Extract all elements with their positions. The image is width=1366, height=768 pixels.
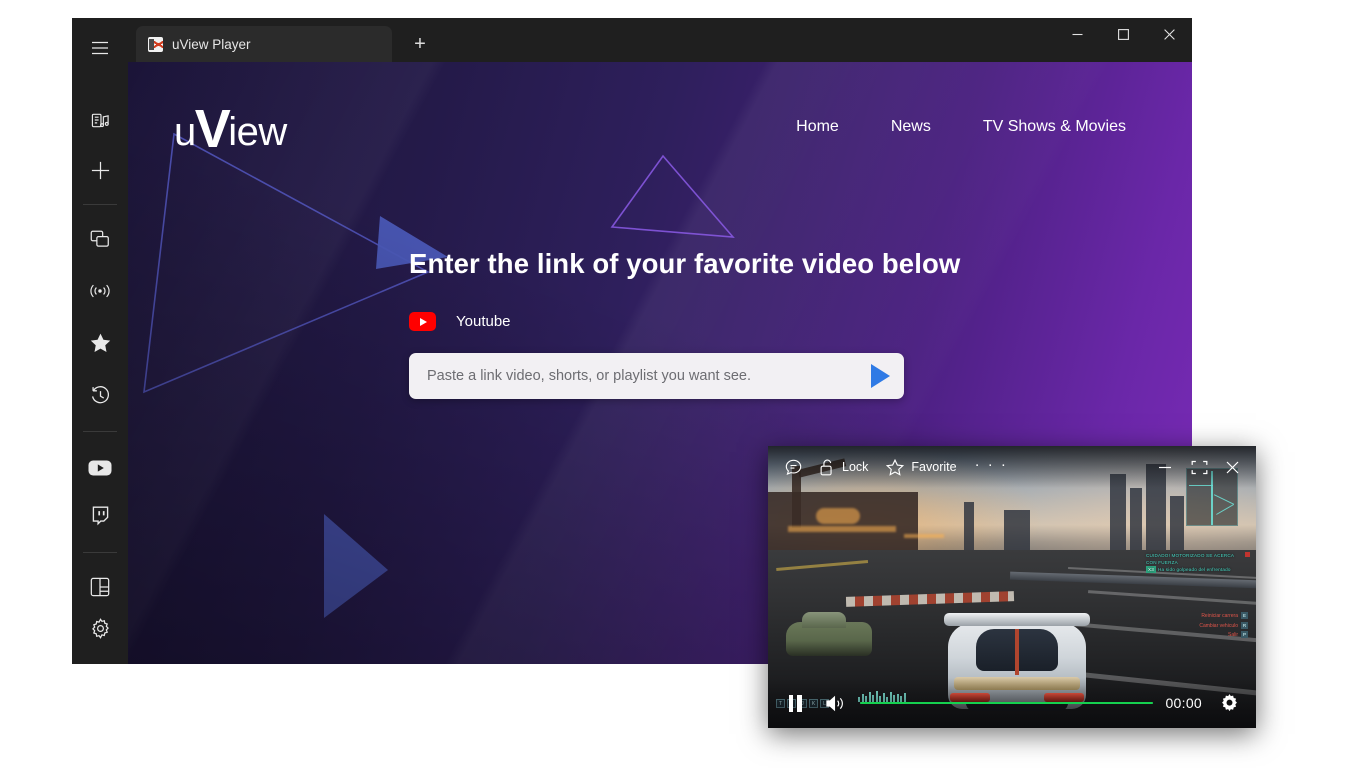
star-outline-icon bbox=[886, 458, 905, 476]
nav-item-news[interactable]: News bbox=[891, 118, 931, 136]
gear-icon bbox=[90, 617, 111, 639]
rail-divider-3 bbox=[83, 552, 117, 553]
new-tab-button[interactable]: + bbox=[402, 28, 438, 60]
page-title: Enter the link of your favorite video be… bbox=[409, 248, 961, 279]
lock-button[interactable]: Lock bbox=[813, 453, 875, 481]
sidebar-item-settings[interactable] bbox=[80, 608, 120, 648]
maximize-button[interactable] bbox=[1100, 18, 1146, 50]
media-note-icon bbox=[91, 111, 110, 130]
rail-divider-2 bbox=[83, 431, 117, 432]
search-input[interactable] bbox=[427, 368, 861, 384]
brand-suffix: iew bbox=[228, 110, 287, 154]
seek-bar[interactable] bbox=[860, 695, 1154, 711]
window-controls bbox=[1054, 18, 1192, 62]
left-icon-rail bbox=[72, 18, 128, 664]
fullscreen-icon bbox=[1191, 460, 1208, 475]
nav-item-home[interactable]: Home bbox=[796, 118, 839, 136]
youtube-icon bbox=[409, 312, 436, 331]
favorite-button[interactable]: Favorite bbox=[879, 453, 963, 481]
top-navigation: Home News TV Shows & Movies bbox=[796, 118, 1126, 136]
seek-progress bbox=[860, 701, 1154, 705]
tab-uview-player[interactable]: uView Player bbox=[136, 26, 392, 62]
favorite-label: Favorite bbox=[911, 460, 957, 474]
sidebar-item-layout[interactable] bbox=[80, 567, 120, 607]
play-arrow-icon[interactable] bbox=[871, 364, 890, 388]
fullscreen-button[interactable] bbox=[1184, 453, 1215, 481]
nav-item-tv-shows-movies[interactable]: TV Shows & Movies bbox=[983, 118, 1126, 136]
decor-triangle-outline-left bbox=[143, 132, 430, 394]
youtube-icon bbox=[88, 459, 112, 477]
minimize-icon bbox=[1157, 461, 1173, 473]
brand-logo: u View bbox=[174, 99, 287, 159]
pause-button[interactable] bbox=[780, 688, 810, 718]
decor-arrow-lower bbox=[324, 514, 388, 618]
sidebar-item-twitch[interactable] bbox=[80, 496, 120, 536]
seek-track bbox=[860, 701, 1154, 705]
brand-accent: V bbox=[194, 99, 231, 159]
brand-prefix: u bbox=[174, 110, 196, 154]
sidebar-item-favorites[interactable] bbox=[80, 323, 120, 363]
sidebar-item-live[interactable] bbox=[80, 271, 120, 311]
player-close-button[interactable] bbox=[1219, 453, 1246, 481]
close-button[interactable] bbox=[1146, 18, 1192, 50]
more-options-button[interactable]: · · · bbox=[968, 453, 1015, 481]
close-icon bbox=[1226, 461, 1239, 474]
sidebar-item-split-window[interactable] bbox=[80, 219, 120, 259]
sidebar-item-media-library[interactable] bbox=[80, 100, 120, 140]
lock-label: Lock bbox=[842, 460, 869, 474]
tab-title: uView Player bbox=[172, 36, 251, 52]
layout-panel-icon bbox=[90, 577, 110, 597]
player-settings-button[interactable] bbox=[1214, 688, 1244, 718]
source-label: Youtube bbox=[456, 313, 511, 330]
uview-favicon-icon bbox=[148, 36, 163, 52]
sidebar-item-youtube[interactable] bbox=[80, 448, 120, 488]
url-input-bar[interactable] bbox=[409, 353, 904, 399]
pause-icon bbox=[788, 694, 802, 712]
hamburger-icon bbox=[91, 41, 109, 55]
copy-window-icon bbox=[90, 230, 110, 249]
sidebar-item-history[interactable] bbox=[80, 375, 120, 415]
minimize-button[interactable] bbox=[1054, 18, 1100, 50]
history-clock-icon bbox=[90, 385, 111, 405]
time-display: 00:00 bbox=[1165, 695, 1202, 711]
screen: uView Player + u V iew Home News TV Show… bbox=[0, 0, 1366, 768]
caption-bubble-icon bbox=[785, 459, 802, 476]
hero-section: Enter the link of your favorite video be… bbox=[409, 248, 961, 399]
volume-button[interactable] bbox=[820, 688, 850, 718]
sidebar-item-add[interactable] bbox=[80, 150, 120, 190]
speaker-volume-icon bbox=[825, 694, 846, 713]
player-bottom-bar: 00:00 bbox=[768, 678, 1256, 728]
tab-strip: uView Player + bbox=[128, 18, 1192, 62]
source-row: Youtube bbox=[409, 312, 929, 331]
player-minimize-button[interactable] bbox=[1150, 453, 1180, 481]
decor-triangle-outline-right bbox=[610, 154, 735, 238]
plus-icon bbox=[90, 160, 111, 181]
rail-divider-1 bbox=[83, 204, 117, 205]
unlocked-padlock-icon bbox=[820, 459, 835, 476]
traffic-car bbox=[786, 612, 872, 656]
twitch-icon bbox=[91, 506, 110, 526]
player-top-bar: Lock Favorite · · · bbox=[768, 446, 1256, 488]
broadcast-icon bbox=[89, 283, 111, 299]
hamburger-menu-button[interactable] bbox=[80, 28, 120, 68]
gear-icon bbox=[1219, 693, 1240, 714]
star-icon bbox=[90, 333, 111, 353]
subtitles-button[interactable] bbox=[778, 453, 809, 481]
picture-in-picture-player: CUIDADO! MOTORIZADO SE ACERCA CON FUERZA… bbox=[768, 446, 1256, 728]
